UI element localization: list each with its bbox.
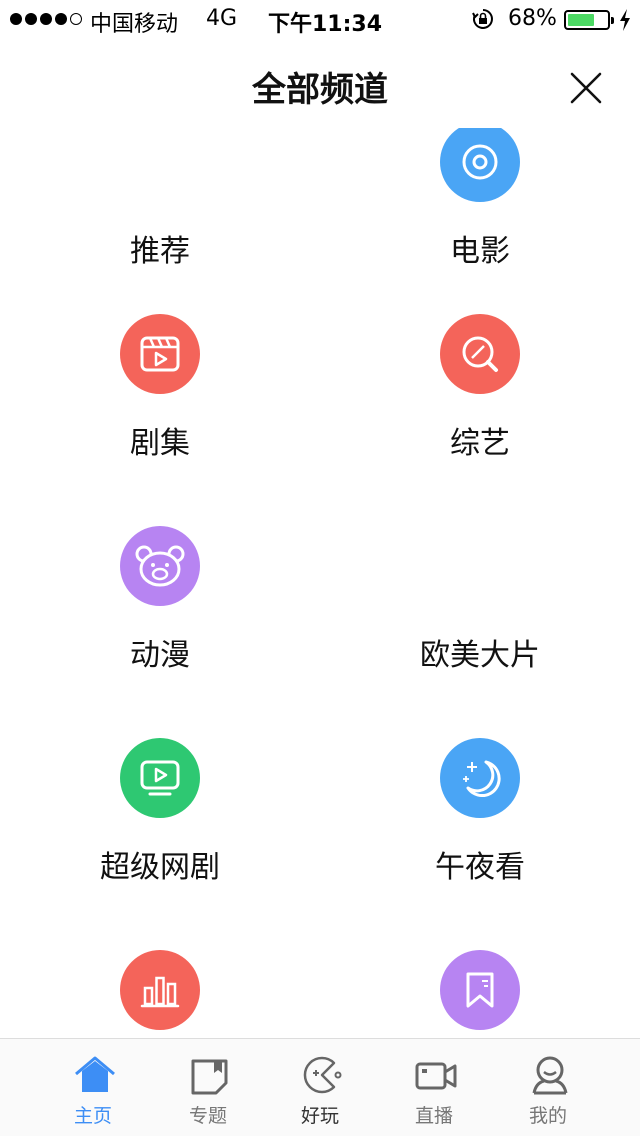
status-bar: 中国移动 4G 下午11:34 68% bbox=[0, 0, 640, 40]
tab-bar: 主页 专题 好玩 直播 我的 bbox=[0, 1038, 640, 1136]
video-camera-icon bbox=[415, 1062, 457, 1090]
channel-item[interactable] bbox=[320, 924, 640, 1038]
moon-stars-icon bbox=[440, 738, 520, 818]
clapperboard-play-icon bbox=[120, 314, 200, 394]
tab-label: 主页 bbox=[73, 1105, 112, 1127]
charging-bolt-icon bbox=[620, 9, 630, 31]
channel-item[interactable]: 动漫 bbox=[0, 500, 320, 712]
channel-item[interactable]: 综艺 bbox=[320, 288, 640, 500]
home-icon bbox=[75, 1056, 115, 1092]
nav-bar: 全部频道 bbox=[0, 40, 640, 128]
channel-label: 欧美大片 bbox=[420, 638, 540, 673]
film-icon bbox=[440, 128, 520, 202]
tab-home[interactable]: 主页 bbox=[35, 1039, 151, 1136]
network-type: 4G bbox=[206, 6, 238, 31]
channel-label: 综艺 bbox=[450, 426, 510, 461]
tab-label: 专题 bbox=[188, 1105, 227, 1127]
channel-label: 剧集 bbox=[130, 426, 190, 461]
channel-item[interactable]: 午夜看 bbox=[320, 712, 640, 924]
battery-percent: 68% bbox=[508, 6, 557, 31]
channel-item[interactable] bbox=[0, 924, 320, 1038]
tab-fun[interactable]: 好玩 bbox=[262, 1039, 378, 1136]
channel-label: 午夜看 bbox=[435, 850, 525, 885]
bookmark-icon bbox=[440, 950, 520, 1030]
topic-icon bbox=[191, 1059, 228, 1095]
tab-mine[interactable]: 我的 bbox=[490, 1039, 606, 1136]
orientation-lock-icon bbox=[472, 9, 493, 29]
channel-label: 电影 bbox=[450, 234, 510, 269]
tab-topic[interactable]: 专题 bbox=[150, 1039, 266, 1136]
battery-icon bbox=[564, 10, 614, 30]
channel-label: 动漫 bbox=[130, 638, 190, 673]
close-icon[interactable] bbox=[564, 66, 608, 110]
game-face-icon bbox=[303, 1056, 342, 1094]
tab-label: 我的 bbox=[528, 1105, 567, 1127]
channel-item[interactable]: 电影 bbox=[320, 128, 640, 308]
bear-face-icon bbox=[120, 526, 200, 606]
channel-item[interactable]: 推荐 bbox=[0, 128, 320, 308]
channel-label: 推荐 bbox=[130, 234, 190, 269]
channel-item[interactable]: 超级网剧 bbox=[0, 712, 320, 924]
channel-label: 超级网剧 bbox=[100, 850, 220, 885]
clock: 下午11:34 bbox=[268, 12, 383, 37]
bar-chart-icon bbox=[120, 950, 200, 1030]
tab-label: 直播 bbox=[414, 1105, 453, 1127]
user-icon bbox=[532, 1056, 568, 1095]
page-title: 全部频道 bbox=[252, 70, 388, 110]
carrier-name: 中国移动 bbox=[90, 12, 179, 37]
tab-label: 好玩 bbox=[300, 1105, 339, 1127]
channel-item[interactable]: 剧集 bbox=[0, 288, 320, 500]
channel-item[interactable]: 欧美大片 bbox=[320, 500, 640, 712]
signal-dots-icon bbox=[10, 13, 82, 25]
tab-live[interactable]: 直播 bbox=[376, 1039, 492, 1136]
channel-grid: 推荐 电影 剧集 综艺 动漫 欧美大片 超级网剧 午夜看 bbox=[0, 128, 640, 1038]
magnifier-mic-icon bbox=[440, 314, 520, 394]
tv-play-icon bbox=[120, 738, 200, 818]
